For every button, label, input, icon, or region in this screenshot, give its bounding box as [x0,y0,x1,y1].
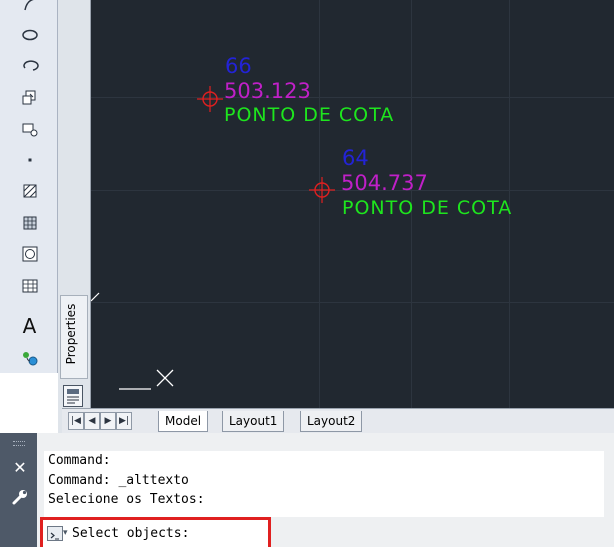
command-prompt-icon[interactable] [47,526,63,541]
insert-block-icon[interactable] [19,86,40,107]
command-history: Command: Command: _alttexto Selecione os… [44,451,604,517]
ucs-icon [91,292,174,390]
point-number[interactable]: 66 [225,56,252,77]
point-marker-icon[interactable] [309,177,335,203]
properties-palette-icon[interactable] [63,385,83,407]
point-icon[interactable] [19,149,40,170]
arc-icon[interactable] [19,0,40,15]
history-line: Command: _alttexto [48,473,189,488]
command-input[interactable] [72,524,262,542]
previous-layout-icon[interactable]: ◀ [84,412,100,430]
ellipse-icon[interactable] [19,24,40,45]
add-selected-icon[interactable] [19,347,40,368]
point-elevation[interactable]: 504.737 [341,173,428,194]
grid-line [319,0,320,408]
next-layout-icon[interactable]: ▶ [100,412,116,430]
gradient-icon[interactable] [19,212,40,233]
tab-layout2[interactable]: Layout2 [300,411,363,432]
last-layout-icon[interactable]: ▶| [116,412,132,430]
history-line: Selecione os Textos: [48,492,205,507]
multiline-text-icon[interactable]: A [19,316,40,337]
grid-line [91,97,614,98]
drag-grip-icon[interactable] [13,441,25,446]
history-line: Command: [48,453,111,468]
first-layout-icon[interactable]: |◀ [68,412,84,430]
properties-label: Properties [64,303,78,365]
wrench-icon[interactable] [11,488,29,506]
drawing-viewport[interactable]: 66 503.123 PONTO DE COTA 64 504.737 PONT… [91,0,614,408]
point-elevation[interactable]: 503.123 [224,81,311,102]
table-icon[interactable] [19,275,40,296]
point-marker-icon[interactable] [197,86,223,112]
tab-model[interactable]: Model [158,411,209,432]
layout-tabs-bar: |◀ ◀ ▶ ▶| Model Layout1 Layout2 [62,408,614,434]
point-label[interactable]: PONTO DE COTA [342,199,512,218]
hatch-icon[interactable] [19,180,40,201]
point-label[interactable]: PONTO DE COTA [224,106,394,125]
point-number[interactable]: 64 [342,148,369,169]
close-icon[interactable]: ✕ [13,460,27,476]
draw-toolbar: A [0,0,58,373]
tab-layout1[interactable]: Layout1 [222,411,285,432]
region-icon[interactable] [19,243,40,264]
make-block-icon[interactable] [19,118,40,139]
ellipse-arc-icon[interactable] [19,55,40,76]
